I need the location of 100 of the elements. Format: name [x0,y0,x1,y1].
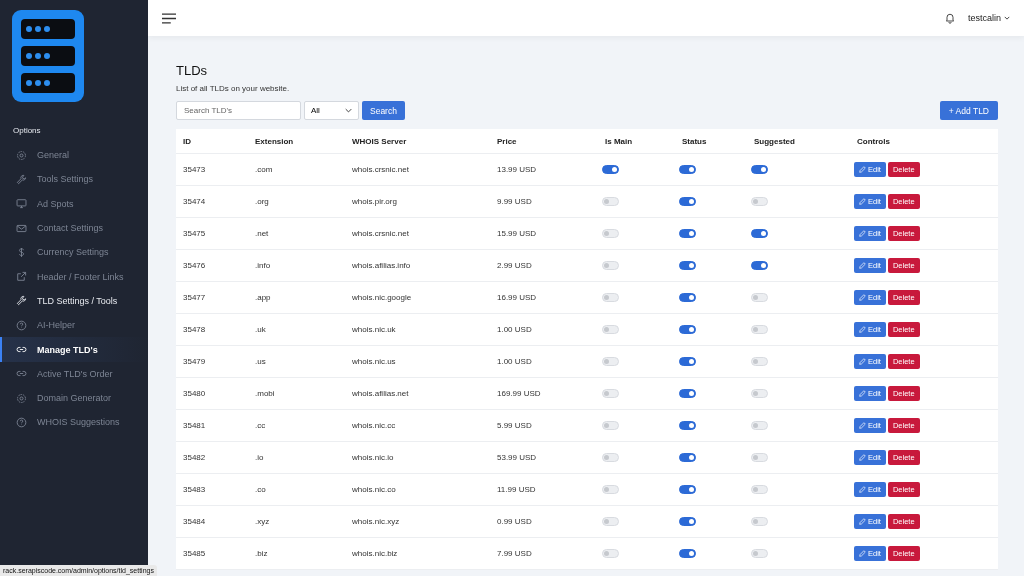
external-icon [16,271,27,283]
table-cell-text: .org [254,197,270,206]
table-cell-text: 35473 [182,165,207,174]
column-header: Suggested [753,136,796,146]
wrench-icon [16,295,27,307]
question-icon [16,416,27,428]
chevron-icon [345,108,352,113]
toggle-switch[interactable] [679,453,696,462]
sidebar-item[interactable]: Domain Generator [0,385,148,411]
table-cell-text: .net [254,229,270,238]
sidebar-item[interactable]: Contact Settings [0,215,148,241]
search-field[interactable]: Search TLD's [176,101,301,120]
table-cell-text: whois.nic.cc [351,421,397,430]
table-cell-text: .com [254,165,274,174]
pencil-icon [859,550,866,557]
table-cell-text: whois.nic.us [351,357,397,366]
filter-dropdown[interactable]: All [304,101,359,120]
toggle-switch[interactable] [679,485,696,494]
table-cell-text: .io [254,453,265,462]
table-cell-text: whois.nic.io [351,453,395,462]
table-cell-text: .cc [254,421,267,430]
bell-icon[interactable] [943,12,956,24]
table-cell-text: whois.crsnic.net [351,165,410,174]
table-cell-text: .xyz [254,517,271,526]
link-icon [16,344,27,355]
table-cell-text: 5.99 USD [496,421,533,430]
pencil-icon [859,326,866,333]
table-cell-text: .co [254,485,267,494]
toggle-switch[interactable] [679,549,696,558]
pencil-icon [859,198,866,205]
user-menu[interactable]: testcalin [967,13,1010,23]
toggle-switch[interactable] [679,389,696,398]
server-logo-icon [12,10,84,102]
toggle-switch[interactable] [602,165,619,174]
toggle-switch[interactable] [679,325,696,334]
sidebar-item[interactable]: WHOIS Suggestions [0,410,148,435]
table-cell-text: 7.99 USD [496,549,533,558]
column-header: Price [496,136,518,146]
table-cell-text: .uk [254,325,267,334]
table-cell-text: 35477 [182,293,207,302]
toggle-switch[interactable] [751,165,768,174]
table-cell-text: .us [254,357,267,366]
toggle-switch[interactable] [679,357,696,366]
toggle-switch[interactable] [679,197,696,206]
table-cell-text: whois.nic.google [351,293,413,302]
column-header: ID [182,136,192,146]
add-tld-button[interactable]: + Add TLD [939,101,998,120]
table-cell-text: whois.nic.co [351,485,397,494]
gear-icon [16,392,27,404]
toggle-switch[interactable] [679,229,696,238]
search-button[interactable]: Search [362,101,405,120]
table-cell-text: 15.99 USD [496,229,538,238]
column-header: Controls [856,136,891,146]
wrench-icon [16,173,27,185]
column-header: Extension [254,136,295,146]
table-cell-text: 16.99 USD [496,293,538,302]
toggle-switch[interactable] [751,261,768,270]
table-cell-text: 35479 [182,357,207,366]
sidebar-item[interactable]: Currency Settings [0,240,148,265]
table-cell-text: .mobi [254,389,276,398]
table-cell-text: 1.00 USD [496,325,533,334]
table-cell-text: 35478 [182,325,207,334]
table-cell-text: whois.nic.xyz [351,517,401,526]
sidebar-item[interactable]: General [0,143,148,168]
pencil-icon [859,358,866,365]
sidebar-item[interactable]: TLD Settings / Tools [0,288,148,314]
table-cell-text: whois.nic.uk [351,325,397,334]
caret-icon [1004,16,1010,20]
pencil-icon [859,422,866,429]
page-subtitle: List of all TLDs on your website. [176,84,291,93]
toggle-switch[interactable] [679,293,696,302]
sidebar-item[interactable]: Ad Spots [0,191,148,216]
envelope-icon [16,222,27,234]
toggle-switch[interactable] [679,517,696,526]
section-label: Options [13,126,42,135]
table-cell-text: .app [254,293,272,302]
question-icon [16,319,27,331]
table-cell-text: 11.99 USD [496,485,537,494]
table-cell-text: 13.99 USD [496,165,538,174]
table-cell-text: 35476 [182,261,207,270]
table-cell-text: whois.nic.biz [351,549,399,558]
pencil-icon [859,294,866,301]
toggle-switch[interactable] [751,229,768,238]
sidebar-item[interactable]: Tools Settings [0,167,148,192]
column-header: Is Main [604,136,634,146]
gear-icon [16,149,27,161]
sidebar-item[interactable]: Header / Footer Links [0,264,148,289]
sidebar-item[interactable]: AI-Helper [0,313,148,338]
table-cell-text: 9.99 USD [496,197,533,206]
pencil-icon [859,230,866,237]
page-title: TLDs [176,63,209,78]
table-cell-text: 0.99 USD [496,517,533,526]
toggle-switch[interactable] [679,421,696,430]
table-cell-text: whois.pir.org [351,197,398,206]
table-cell-text: 35484 [182,517,207,526]
toggle-switch[interactable] [679,165,696,174]
menu-icon[interactable] [162,12,176,24]
sidebar-item[interactable]: Active TLD's Order [0,361,148,386]
toggle-switch[interactable] [679,261,696,270]
table-cell-text: whois.afilias.net [351,389,410,398]
